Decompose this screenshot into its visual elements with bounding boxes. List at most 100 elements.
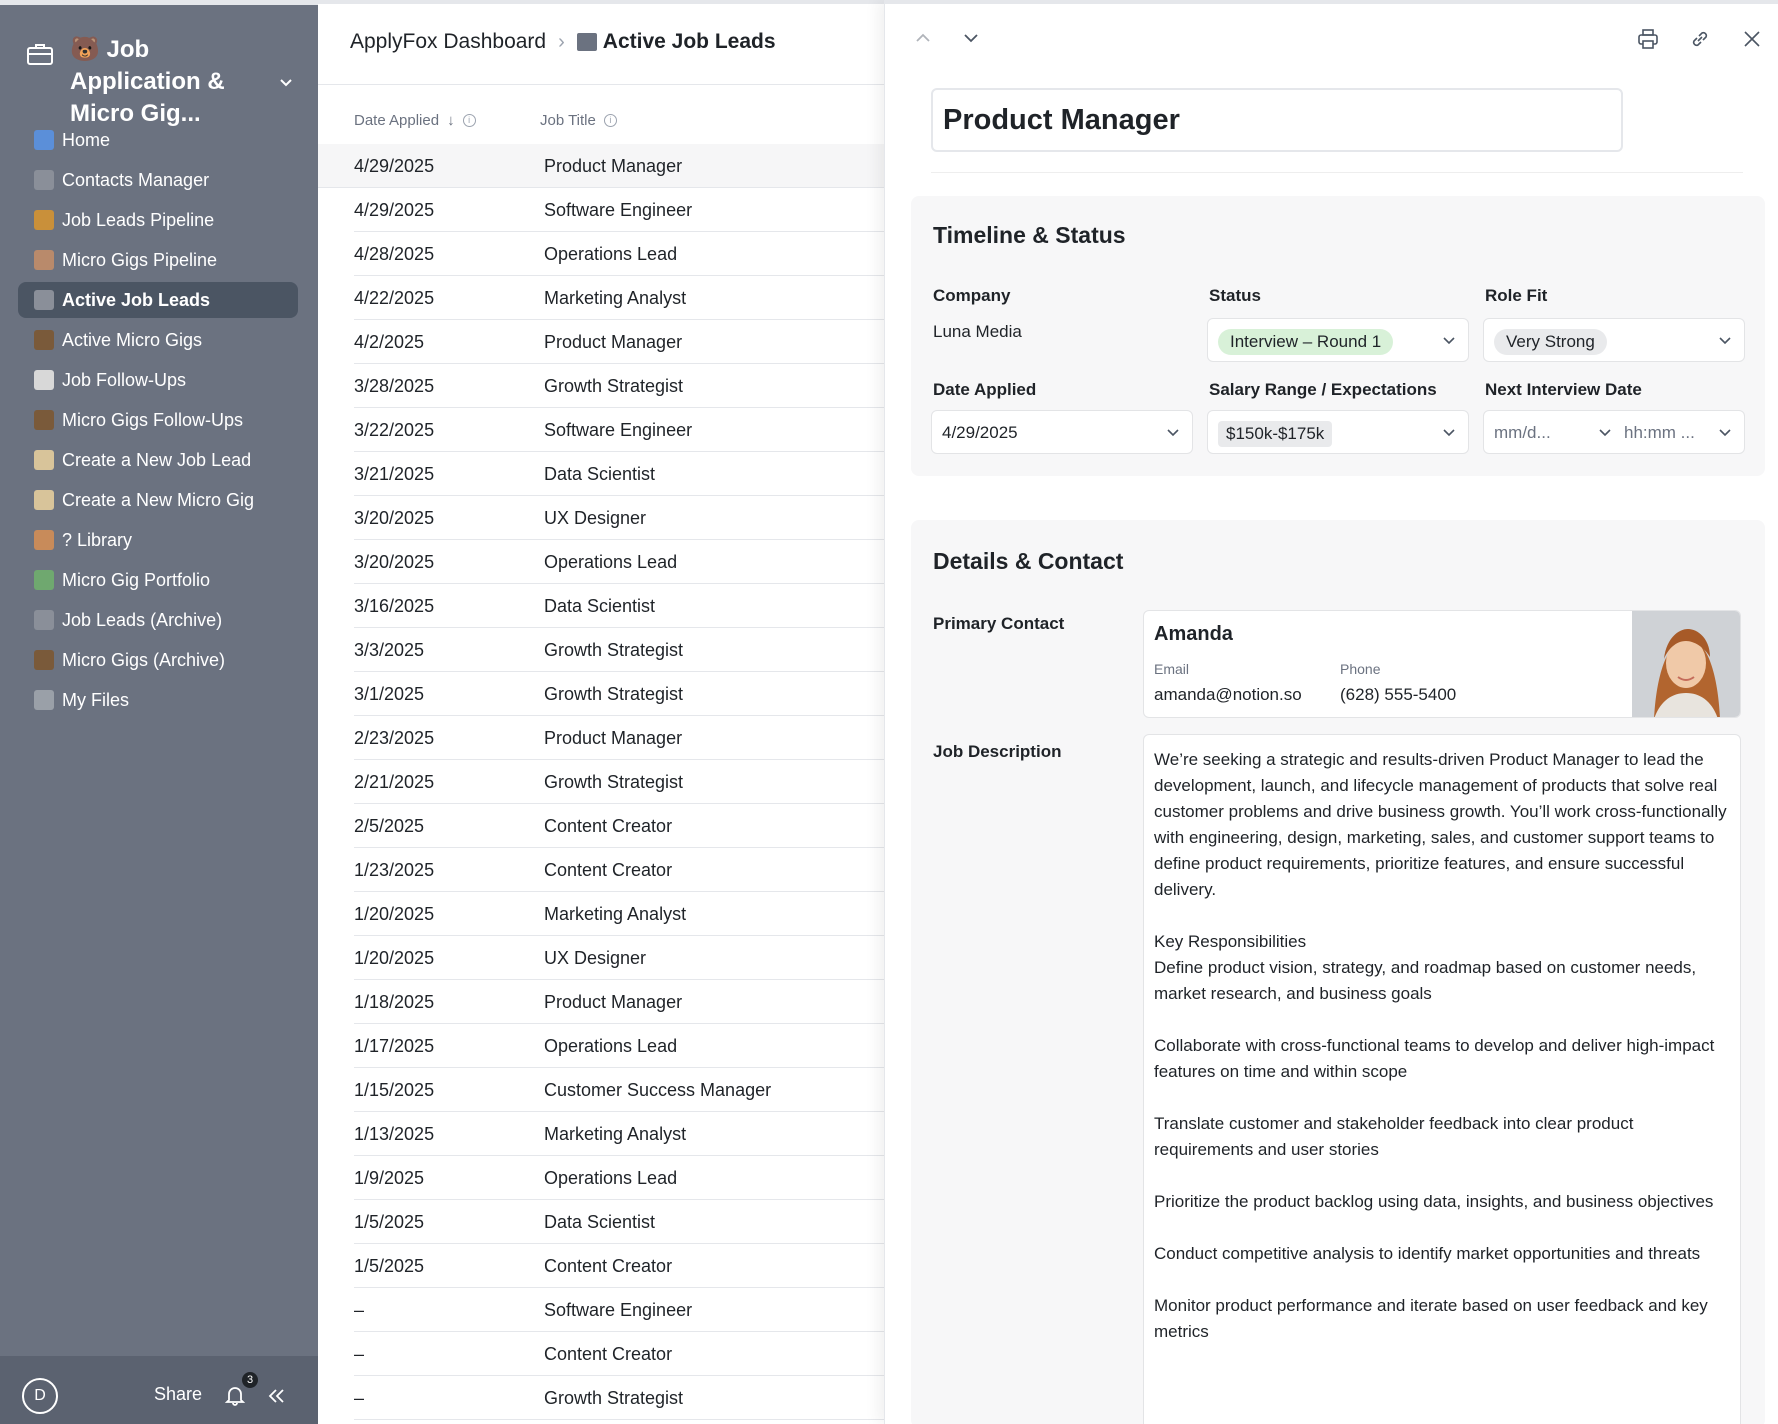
table-row[interactable]: 1/13/2025 Marketing Analyst — [354, 1112, 884, 1156]
page-emoji-icon — [34, 650, 54, 670]
email-label: Email — [1154, 661, 1190, 677]
table-row[interactable]: 1/5/2025 Content Creator — [354, 1244, 884, 1288]
sidebar-item[interactable]: Micro Gig Portfolio — [18, 562, 298, 598]
table-row[interactable]: 4/28/2025 Operations Lead — [354, 232, 884, 276]
table-row[interactable]: 4/2/2025 Product Manager — [354, 320, 884, 364]
table-row[interactable]: 3/22/2025 Software Engineer — [354, 408, 884, 452]
status-select[interactable]: Interview – Round 1 — [1207, 318, 1469, 362]
sidebar-item[interactable]: ? Library — [18, 522, 298, 558]
share-button[interactable]: Share — [154, 1384, 202, 1405]
table-row[interactable]: 1/20/2025 Marketing Analyst — [354, 892, 884, 936]
table-row[interactable]: 1/5/2025 Data Scientist — [354, 1200, 884, 1244]
job-title-cell: Growth Strategist — [544, 1388, 684, 1408]
chevron-down-icon[interactable] — [961, 28, 981, 48]
sidebar-item[interactable]: Job Leads Pipeline — [18, 202, 298, 238]
table-row[interactable]: 3/20/2025 Operations Lead — [354, 540, 884, 584]
date-applied-cell: 4/22/2025 — [354, 288, 435, 308]
phone-value[interactable]: (628) 555-5400 — [1340, 685, 1456, 705]
table-row[interactable]: 1/17/2025 Operations Lead — [354, 1024, 884, 1068]
table-row[interactable]: – Content Creator — [354, 1332, 884, 1376]
role-fit-select[interactable]: Very Strong — [1483, 318, 1745, 362]
table-row[interactable]: 3/28/2025 Growth Strategist — [354, 364, 884, 408]
table-row[interactable]: 2/23/2025 Product Manager — [354, 716, 884, 760]
sidebar-item[interactable]: Job Follow-Ups — [18, 362, 298, 398]
table-row[interactable]: 2/21/2025 Growth Strategist — [354, 760, 884, 804]
page-emoji-icon — [34, 290, 54, 310]
sidebar-item-label: Create a New Job Lead — [62, 449, 252, 470]
chevron-down-icon[interactable] — [278, 74, 294, 90]
sidebar-item[interactable]: Active Micro Gigs — [18, 322, 298, 358]
sidebar-item[interactable]: Active Job Leads — [18, 282, 298, 318]
date-applied-cell: 1/15/2025 — [354, 1080, 435, 1100]
table-row[interactable]: 3/1/2025 Growth Strategist — [354, 672, 884, 716]
interview-time-placeholder[interactable]: hh:mm ... — [1624, 423, 1695, 443]
sidebar-item[interactable]: Create a New Micro Gig — [18, 482, 298, 518]
sidebar-item[interactable]: Job Leads (Archive) — [18, 602, 298, 638]
table-row[interactable]: – Software Engineer — [354, 1288, 884, 1332]
sidebar-item-label: Micro Gigs Follow-Ups — [62, 409, 244, 430]
list-pane: ApplyFox Dashboard › Active Job Leads Da… — [318, 0, 884, 1424]
link-icon[interactable] — [1689, 28, 1711, 50]
info-icon: i — [603, 114, 617, 127]
sidebar-item[interactable]: Micro Gigs Pipeline — [18, 242, 298, 278]
table-row[interactable]: 3/3/2025 Growth Strategist — [354, 628, 884, 672]
table-row[interactable]: 1/9/2025 Operations Lead — [354, 1156, 884, 1200]
sidebar-item[interactable]: Create a New Job Lead — [18, 442, 298, 478]
date-applied-cell: – — [354, 1388, 365, 1408]
sidebar-item-label: Active Micro Gigs — [62, 329, 203, 350]
breadcrumb-current-label: Active Job Leads — [602, 30, 776, 53]
job-title-cell: Data Scientist — [544, 464, 656, 484]
next-interview-picker[interactable]: mm/d... hh:mm ... — [1483, 410, 1745, 454]
date-applied-cell: 1/13/2025 — [354, 1124, 435, 1144]
date-applied-select[interactable]: 4/29/2025 — [931, 410, 1193, 454]
page-emoji-icon — [34, 330, 54, 350]
job-description-field[interactable]: We’re seeking a strategic and results-dr… — [1143, 734, 1741, 1424]
column-header-date[interactable]: Date Applied ↓ i — [354, 112, 476, 129]
job-title-cell: Data Scientist — [544, 1212, 656, 1232]
table-row[interactable]: 4/29/2025 Software Engineer — [354, 188, 884, 232]
date-applied-cell: 3/21/2025 — [354, 464, 435, 484]
record-title-input[interactable]: Product Manager — [931, 88, 1623, 152]
date-applied-cell: 2/21/2025 — [354, 772, 435, 792]
company-value[interactable]: Luna Media — [933, 322, 1022, 342]
sidebar-item[interactable]: Micro Gigs (Archive) — [18, 642, 298, 678]
bell-icon[interactable] — [224, 1384, 246, 1406]
job-title-cell: Marketing Analyst — [544, 1124, 687, 1144]
contact-photo — [1632, 611, 1740, 717]
print-icon[interactable] — [1637, 28, 1659, 50]
date-applied-cell: 1/9/2025 — [354, 1168, 425, 1188]
table-row[interactable]: 1/23/2025 Content Creator — [354, 848, 884, 892]
sidebar-item[interactable]: Contacts Manager — [18, 162, 298, 198]
table-row[interactable]: 2/5/2025 Content Creator — [354, 804, 884, 848]
table-row[interactable]: 1/15/2025 Customer Success Manager — [354, 1068, 884, 1112]
sidebar-item-label: Micro Gigs Pipeline — [62, 249, 218, 270]
interview-date-placeholder[interactable]: mm/d... — [1494, 423, 1551, 443]
table-row[interactable]: 1/20/2025 UX Designer — [354, 936, 884, 980]
sidebar-item-label: Micro Gig Portfolio — [62, 569, 211, 590]
sidebar-item[interactable]: My Files — [18, 682, 298, 718]
table-row[interactable]: 4/22/2025 Marketing Analyst — [354, 276, 884, 320]
collapse-sidebar-icon[interactable] — [266, 1386, 286, 1406]
chevron-up-icon[interactable] — [913, 28, 933, 48]
table-row[interactable]: 3/21/2025 Data Scientist — [354, 452, 884, 496]
date-applied-cell: 3/28/2025 — [354, 376, 435, 396]
user-avatar[interactable]: D — [22, 1378, 58, 1414]
contact-card[interactable]: Amanda Email amanda@notion.so Phone (628… — [1143, 610, 1741, 718]
breadcrumb-current[interactable]: Active Job Leads — [576, 30, 776, 54]
breadcrumb-root[interactable]: ApplyFox Dashboard — [350, 30, 546, 54]
email-value[interactable]: amanda@notion.so — [1154, 685, 1302, 705]
sidebar-item-label: Active Job Leads — [62, 289, 211, 310]
job-description-label: Job Description — [933, 742, 1062, 761]
close-icon[interactable] — [1741, 28, 1763, 50]
table-row[interactable]: 4/29/2025 Product Manager — [318, 144, 884, 188]
table-row[interactable]: 3/20/2025 UX Designer — [354, 496, 884, 540]
description-paragraph: Prioritize the product backlog using dat… — [1154, 1192, 1714, 1211]
table-row[interactable]: 1/18/2025 Product Manager — [354, 980, 884, 1024]
sidebar-item[interactable]: Micro Gigs Follow-Ups — [18, 402, 298, 438]
sidebar-item[interactable]: Home — [18, 122, 298, 158]
page-emoji-icon — [34, 410, 54, 430]
table-row[interactable]: – Growth Strategist — [354, 1376, 884, 1420]
table-row[interactable]: 3/16/2025 Data Scientist — [354, 584, 884, 628]
salary-select[interactable]: $150k-$175k — [1207, 410, 1469, 454]
column-header-title[interactable]: Job Title i — [540, 112, 617, 129]
